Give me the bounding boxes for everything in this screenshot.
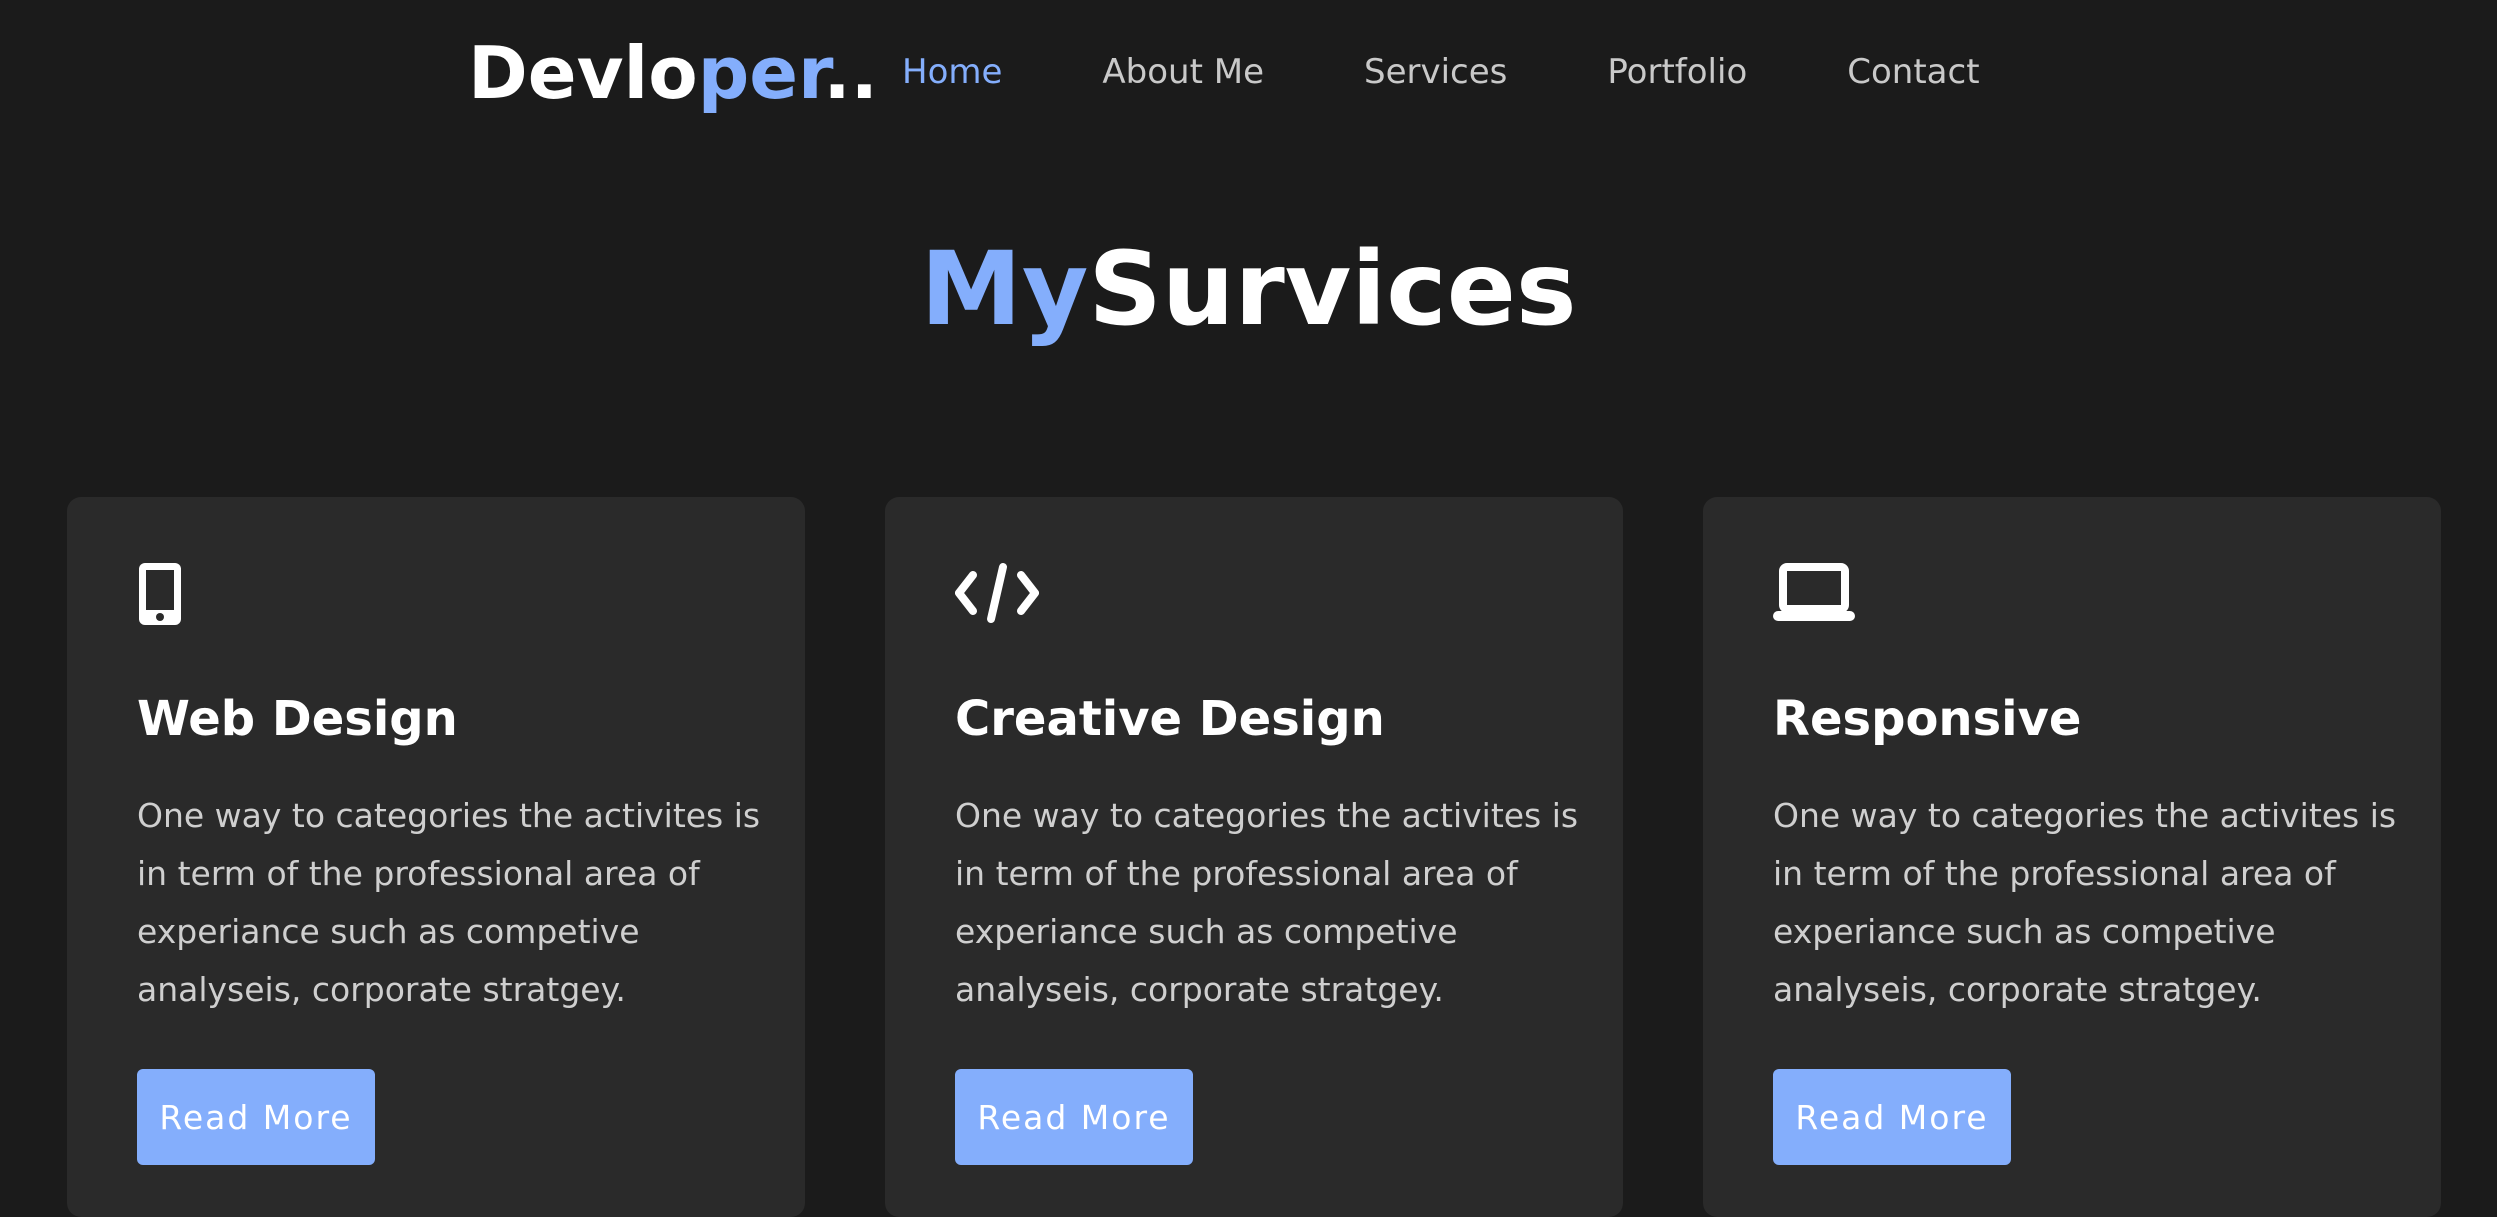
- mobile-icon: [137, 561, 221, 637]
- service-card-responsive: Responsive One way to categories the act…: [1703, 497, 2441, 1217]
- section-title-main: Survices: [1088, 230, 1577, 349]
- nav-link-portfolio[interactable]: Portfolio: [1607, 48, 1747, 96]
- service-card-web-design: Web Design One way to categories the act…: [67, 497, 805, 1217]
- section-title-accent: My: [920, 230, 1089, 349]
- read-more-button[interactable]: Read More: [1773, 1069, 2011, 1165]
- nav-link-contact[interactable]: Contact: [1847, 48, 1979, 96]
- code-icon: [955, 561, 1039, 637]
- service-card-creative-design: Creative Design One way to categories th…: [885, 497, 1623, 1217]
- card-description: One way to categories the activites is i…: [955, 796, 1579, 1009]
- logo-text-end: ..: [823, 31, 879, 115]
- read-more-button[interactable]: Read More: [137, 1069, 375, 1165]
- nav-link-services[interactable]: Services: [1364, 48, 1507, 96]
- card-title: Responsive: [1773, 691, 2082, 747]
- logo-text-start: Devlo: [468, 31, 698, 115]
- logo-text-accent: per: [697, 31, 824, 115]
- nav-link-home[interactable]: Home: [902, 48, 1002, 96]
- navbar: Devloper.. Home About Me Services Portfo…: [0, 0, 2497, 150]
- site-logo[interactable]: Devloper..: [468, 28, 878, 118]
- laptop-icon: [1773, 561, 1857, 637]
- card-description: One way to categories the activites is i…: [137, 796, 761, 1009]
- card-description: One way to categories the activites is i…: [1773, 796, 2397, 1009]
- card-title: Web Design: [137, 691, 458, 747]
- nav-link-about-me[interactable]: About Me: [1102, 48, 1264, 96]
- section-title: MySurvices: [0, 220, 2497, 360]
- card-title: Creative Design: [955, 691, 1385, 747]
- read-more-button[interactable]: Read More: [955, 1069, 1193, 1165]
- nav-links: Home About Me Services Portfolio Contact: [902, 48, 2080, 96]
